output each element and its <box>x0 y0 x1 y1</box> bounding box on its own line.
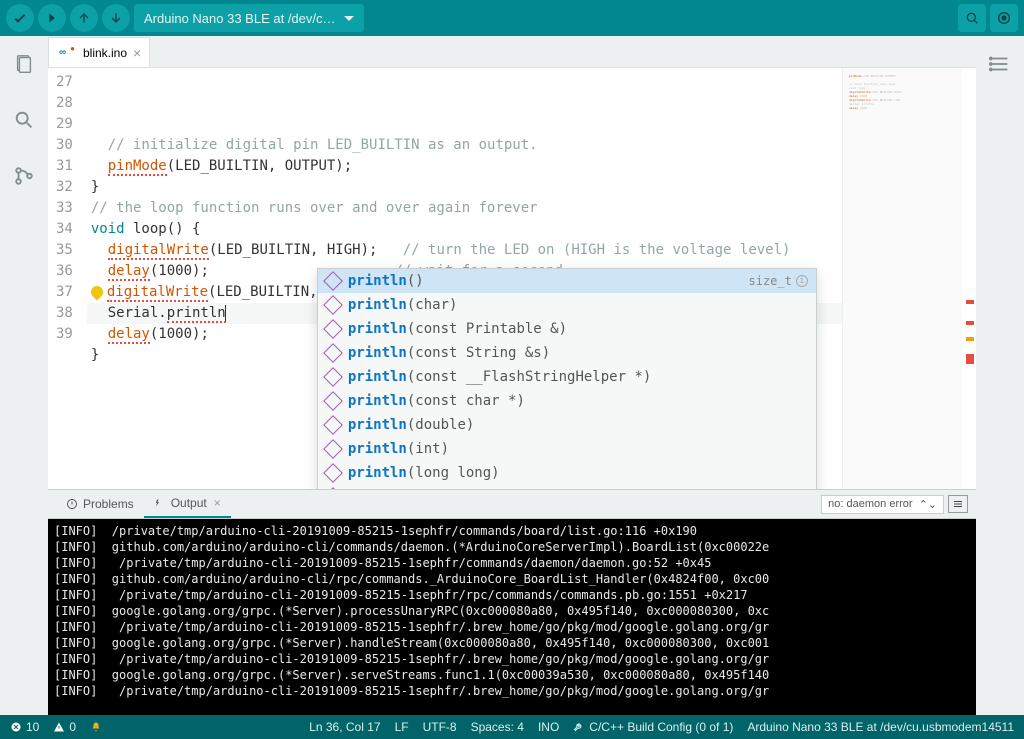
panel-settings-button[interactable] <box>948 495 968 513</box>
code-line[interactable]: void loop() { <box>87 219 842 240</box>
method-icon <box>323 295 343 315</box>
autocomplete-label: println(long long) <box>348 463 808 483</box>
explorer-button[interactable] <box>10 50 38 78</box>
source-control-button[interactable] <box>10 162 38 190</box>
code-line[interactable]: // initialize digital pin LED_BUILTIN as… <box>87 135 842 156</box>
output-tab-label: Output <box>171 496 207 510</box>
method-icon <box>323 487 343 489</box>
code-line[interactable]: } <box>87 177 842 198</box>
main-region: ∞ ● blink.ino × 272829303132333435363738… <box>0 36 1024 715</box>
code-line[interactable]: digitalWrite(LED_BUILTIN, HIGH); // turn… <box>87 240 842 261</box>
method-icon <box>323 343 343 363</box>
tab-filename: blink.ino <box>83 46 127 60</box>
autocomplete-item[interactable]: println(const char *) <box>318 389 816 413</box>
serial-plotter-button[interactable] <box>958 4 986 32</box>
autocomplete-item[interactable]: println(int) <box>318 437 816 461</box>
autocomplete-label: println(const Printable &) <box>348 319 808 339</box>
serial-monitor-button[interactable] <box>990 4 1018 32</box>
outline-button[interactable] <box>986 50 1014 78</box>
output-tab[interactable]: Output × <box>144 490 231 518</box>
autocomplete-return-type: size_ti <box>749 271 808 291</box>
autocomplete-label: println(double) <box>348 415 808 435</box>
status-indent[interactable]: Spaces: 4 <box>471 720 524 734</box>
status-notifications[interactable] <box>90 721 102 733</box>
editor-tab[interactable]: ∞ ● blink.ino × <box>48 37 150 67</box>
board-selector[interactable]: Arduino Nano 33 BLE at /dev/c… <box>134 4 364 32</box>
close-icon[interactable]: × <box>133 45 141 61</box>
output-filter-select[interactable]: no: daemon error ⌃⌄ <box>821 495 944 514</box>
autocomplete-item[interactable]: println(const __FlashStringHelper *) <box>318 365 816 389</box>
editor-body: 27282930313233343536373839 // initialize… <box>48 68 976 489</box>
line-number-gutter: 27282930313233343536373839 <box>48 68 87 489</box>
editor-region: ∞ ● blink.ino × 272829303132333435363738… <box>48 36 976 715</box>
arduino-file-icon: ∞ <box>59 47 66 58</box>
autocomplete-label: println(const __FlashStringHelper *) <box>348 367 808 387</box>
lightbulb-icon[interactable] <box>88 284 105 301</box>
autocomplete-popup[interactable]: println() size_ti println(char) println(con… <box>317 268 817 489</box>
method-icon <box>323 271 343 291</box>
output-terminal[interactable]: [INFO] /private/tmp/arduino-cli-20191009… <box>48 519 976 715</box>
verify-button[interactable] <box>6 4 34 32</box>
status-language[interactable]: INO <box>538 720 559 734</box>
method-icon <box>323 391 343 411</box>
autocomplete-label: println(char) <box>348 295 808 315</box>
search-button[interactable] <box>10 106 38 134</box>
autocomplete-item[interactable]: println(long long) <box>318 461 816 485</box>
method-icon <box>323 439 343 459</box>
code-editor[interactable]: // initialize digital pin LED_BUILTIN as… <box>87 68 842 489</box>
autocomplete-label: println(const char *) <box>348 391 808 411</box>
autocomplete-label: println(const String &s) <box>348 343 808 363</box>
dropdown-icon: ⌃⌄ <box>919 498 937 511</box>
secondary-sidebar <box>976 36 1024 715</box>
info-icon[interactable]: i <box>796 275 808 287</box>
text-cursor <box>225 305 226 321</box>
method-icon <box>323 415 343 435</box>
close-icon[interactable]: × <box>214 496 221 510</box>
panel-tab-bar: Problems Output × no: daemon error ⌃⌄ <box>48 489 976 519</box>
status-build-config[interactable]: C/C++ Build Config (0 of 1) <box>573 720 733 734</box>
method-icon <box>323 367 343 387</box>
editor-tab-bar: ∞ ● blink.ino × <box>48 36 976 68</box>
status-board[interactable]: Arduino Nano 33 BLE at /dev/cu.usbmodem1… <box>747 720 1014 734</box>
autocomplete-item[interactable]: println(const Printable &) <box>318 317 816 341</box>
minimap[interactable]: pinMode LED_BUILTIN OUTPUT // loop funct… <box>842 68 962 489</box>
output-filter-text: no: daemon error <box>828 498 912 510</box>
top-toolbar: Arduino Nano 33 BLE at /dev/c… <box>0 0 1024 36</box>
autocomplete-item[interactable]: println(double) <box>318 413 816 437</box>
status-errors[interactable]: 10 <box>10 720 39 734</box>
activity-bar <box>0 36 48 715</box>
autocomplete-label: println(int) <box>348 439 808 459</box>
upload-button[interactable] <box>38 4 66 32</box>
import-button[interactable] <box>102 4 130 32</box>
status-encoding[interactable]: UTF-8 <box>423 720 457 734</box>
problems-tab-label: Problems <box>83 497 134 511</box>
problems-tab[interactable]: Problems <box>56 490 144 518</box>
autocomplete-label: println(long) <box>348 487 808 489</box>
autocomplete-item[interactable]: println(const String &s) <box>318 341 816 365</box>
status-eol[interactable]: LF <box>395 720 409 734</box>
status-bar: 10 0 Ln 36, Col 17 LF UTF-8 Spaces: 4 IN… <box>0 715 1024 739</box>
autocomplete-label: println() <box>348 271 741 291</box>
autocomplete-item[interactable]: println(char) <box>318 293 816 317</box>
code-line[interactable]: // the loop function runs over and over … <box>87 198 842 219</box>
status-warnings[interactable]: 0 <box>53 720 76 734</box>
code-line[interactable]: pinMode(LED_BUILTIN, OUTPUT); <box>87 156 842 177</box>
autocomplete-item[interactable]: println(long) <box>318 485 816 489</box>
status-cursor[interactable]: Ln 36, Col 17 <box>309 720 380 734</box>
method-icon <box>323 319 343 339</box>
dirty-indicator-icon: ● <box>70 44 75 53</box>
overview-ruler <box>962 68 976 489</box>
autocomplete-item[interactable]: println() size_ti <box>318 269 816 293</box>
export-button[interactable] <box>70 4 98 32</box>
method-icon <box>323 463 343 483</box>
